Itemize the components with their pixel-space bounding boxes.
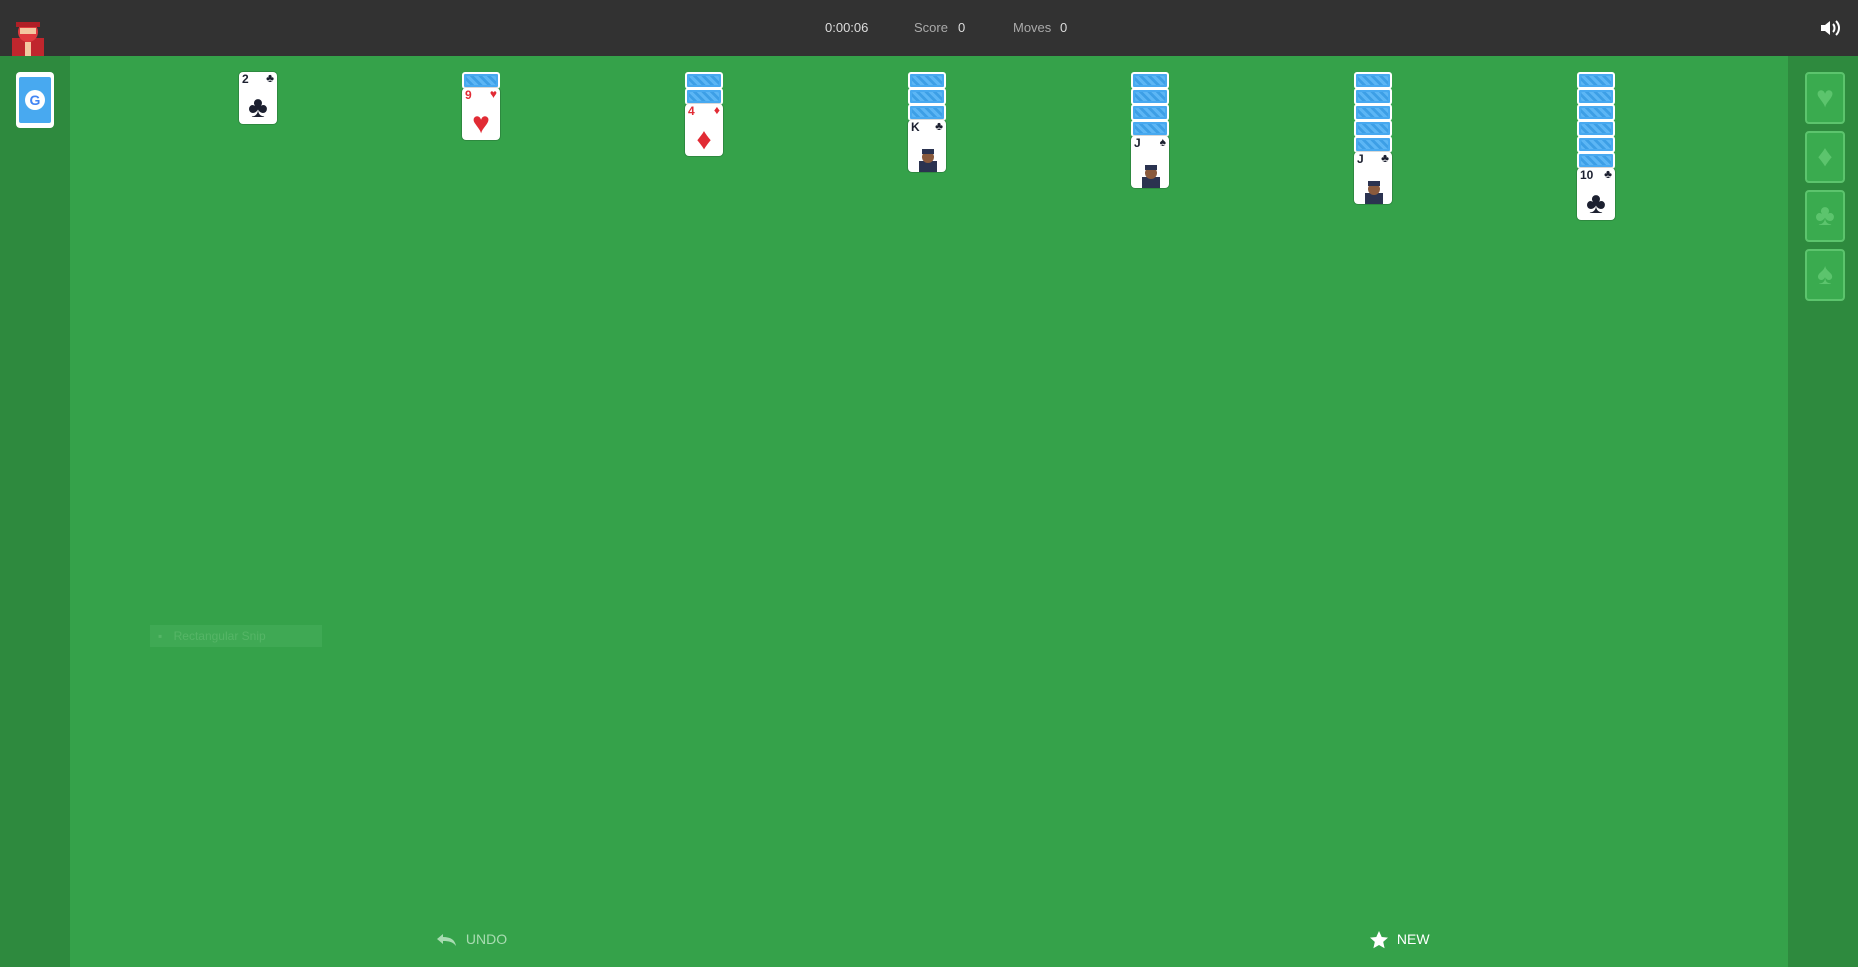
tableau-card[interactable]: 10 ♣ ♣ bbox=[1577, 168, 1615, 220]
snip-label: Rectangular Snip bbox=[173, 629, 266, 643]
diamonds-suit-icon: ♦ bbox=[1817, 140, 1833, 173]
card-rank: 4 bbox=[688, 104, 695, 118]
face-down-card bbox=[1577, 136, 1615, 153]
new-label: NEW bbox=[1396, 931, 1430, 947]
tableau-card[interactable]: 9 ♥ ♥ bbox=[462, 88, 500, 140]
face-down-card bbox=[1354, 104, 1392, 121]
card-suit-small: ♥ bbox=[489, 87, 497, 101]
star-icon bbox=[1370, 931, 1388, 949]
tableau-card[interactable]: J ♠ bbox=[1131, 136, 1169, 188]
face-down-card bbox=[685, 72, 723, 89]
score-value: 0 bbox=[958, 20, 966, 35]
top-bar: 0:00:06 Score 0 Moves 0 bbox=[0, 0, 1858, 56]
face-down-card bbox=[1577, 104, 1615, 121]
foundation-spades[interactable]: ♠ bbox=[1805, 249, 1845, 301]
face-down-card bbox=[908, 88, 946, 105]
face-down-card bbox=[1131, 104, 1169, 121]
card-suit-large: ♥ bbox=[472, 107, 490, 140]
timer: 0:00:06 bbox=[825, 20, 869, 35]
face-card-figure-icon bbox=[919, 149, 937, 172]
face-down-card bbox=[1354, 120, 1392, 137]
new-game-button[interactable]: NEW bbox=[1369, 926, 1430, 952]
face-card-figure-icon bbox=[1365, 181, 1383, 204]
card-suit-large: ♦ bbox=[696, 123, 712, 156]
google-g-icon: G bbox=[25, 90, 45, 110]
face-down-card bbox=[1131, 72, 1169, 89]
card-rank: J bbox=[1357, 152, 1364, 166]
score-label: Score bbox=[914, 20, 948, 35]
face-down-card bbox=[1131, 88, 1169, 105]
card-suit-large: ♣ bbox=[248, 91, 268, 124]
rectangular-snip-tooltip: ▪ Rectangular Snip bbox=[150, 625, 322, 647]
moves-label: Moves bbox=[1013, 20, 1052, 35]
card-rank: J bbox=[1134, 136, 1141, 150]
card-rank: K bbox=[911, 120, 920, 134]
card-suit-small: ♠ bbox=[1159, 135, 1166, 149]
left-rail bbox=[0, 56, 70, 967]
card-rank: 2 bbox=[242, 72, 249, 86]
face-down-card bbox=[1577, 72, 1615, 89]
clubs-suit-icon: ♣ bbox=[1815, 199, 1835, 232]
foundation-clubs[interactable]: ♣ bbox=[1805, 190, 1845, 242]
face-down-card bbox=[1354, 72, 1392, 89]
face-card-figure-icon bbox=[1142, 165, 1160, 188]
card-rank: 10 bbox=[1580, 168, 1594, 182]
foundation-hearts[interactable]: ♥ bbox=[1805, 72, 1845, 124]
card-suit-small: ♣ bbox=[1604, 167, 1612, 181]
snip-icon: ▪ bbox=[158, 629, 163, 643]
hearts-suit-icon: ♥ bbox=[1816, 81, 1834, 114]
tableau-card[interactable]: 2 ♣ ♣ bbox=[239, 72, 277, 124]
undo-button[interactable]: UNDO bbox=[436, 926, 507, 952]
card-suit-large: ♣ bbox=[1586, 187, 1606, 220]
face-down-card bbox=[1577, 120, 1615, 137]
undo-arrow-icon bbox=[437, 934, 456, 947]
card-suit-small: ♦ bbox=[713, 103, 720, 117]
tableau-card[interactable]: K ♣ bbox=[908, 120, 946, 172]
speaker-icon[interactable] bbox=[1818, 16, 1842, 40]
stock-pile[interactable]: G bbox=[16, 72, 54, 128]
card-suit-small: ♣ bbox=[935, 119, 943, 133]
solitaire-character-icon[interactable] bbox=[8, 16, 48, 56]
tableau-card[interactable]: J ♣ bbox=[1354, 152, 1392, 204]
card-rank: 9 bbox=[465, 88, 472, 102]
card-suit-small: ♣ bbox=[266, 71, 274, 85]
moves-value: 0 bbox=[1060, 20, 1068, 35]
face-down-card bbox=[1354, 88, 1392, 105]
card-suit-small: ♣ bbox=[1381, 151, 1389, 165]
face-down-card bbox=[908, 72, 946, 89]
spades-suit-icon: ♠ bbox=[1817, 258, 1833, 291]
face-down-card bbox=[1577, 88, 1615, 105]
stock-card-back: G bbox=[19, 77, 51, 123]
tableau-card[interactable]: 4 ♦ ♦ bbox=[685, 104, 723, 156]
undo-label: UNDO bbox=[465, 931, 508, 947]
foundation-diamonds[interactable]: ♦ bbox=[1805, 131, 1845, 183]
